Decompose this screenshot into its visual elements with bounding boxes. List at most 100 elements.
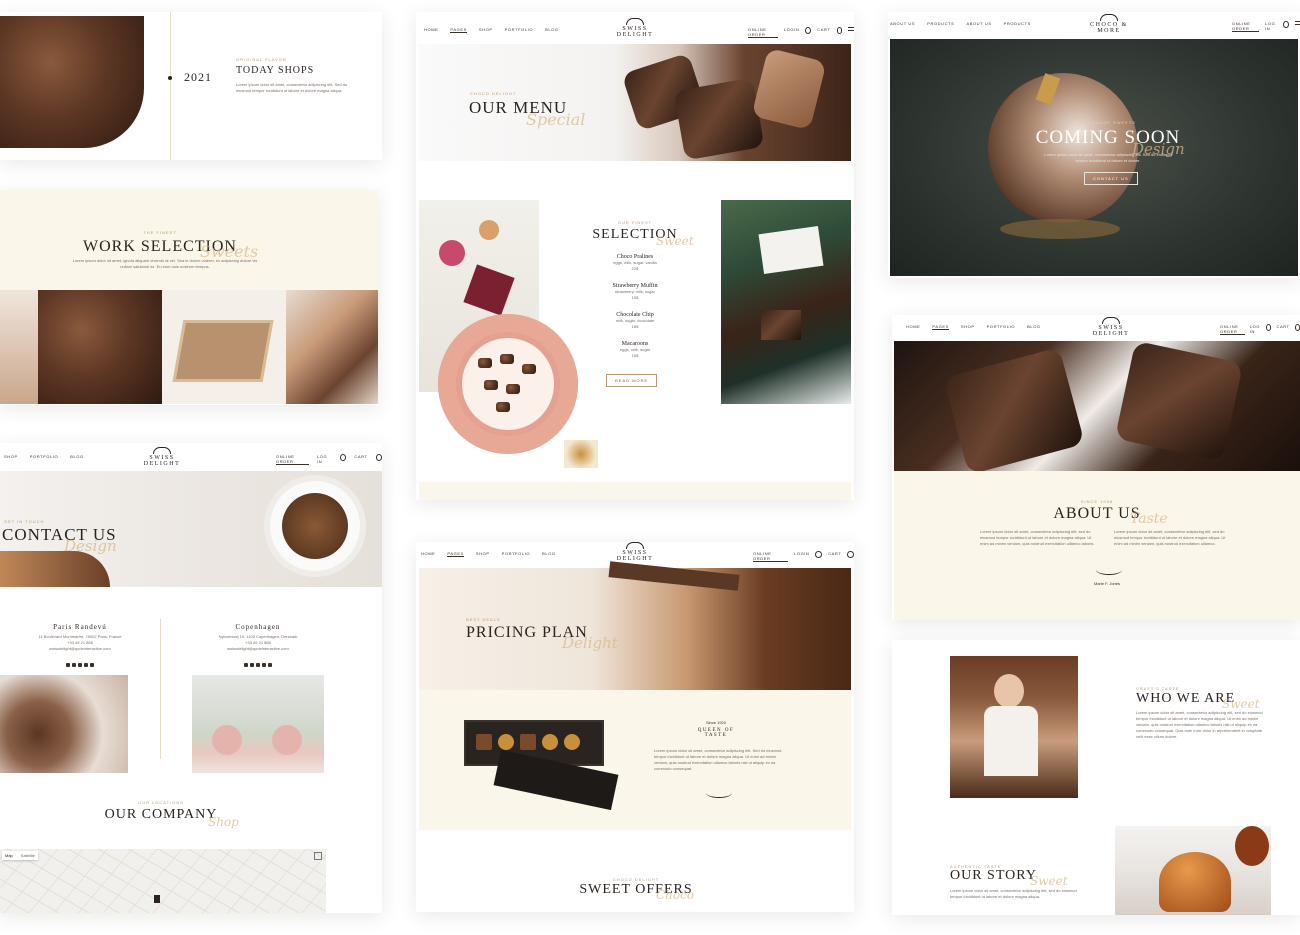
satellite-tab[interactable]: Satellite: [21, 853, 35, 858]
site-logo[interactable]: SWISS DELIGHT: [611, 18, 659, 38]
user-icon[interactable]: [805, 27, 812, 34]
youtube-icon[interactable]: [262, 663, 266, 667]
history-eyebrow: ORIGINAL FLAVOR: [236, 57, 287, 62]
work-title: WORK SELECTION: [83, 238, 237, 255]
nav-item-shop[interactable]: SHOP: [476, 551, 490, 557]
nav-item-portfolio[interactable]: PORTFOLIO: [987, 324, 1015, 330]
main-nav: HOME PAGES SHOP PORTFOLIO BLOG: [424, 27, 559, 33]
nav-item-about-2[interactable]: ABOUT US: [966, 21, 991, 26]
work-text: Lorem ipsum dolor sit amet, ignota aliqu…: [72, 258, 258, 269]
nav-item-blog[interactable]: BLOG: [545, 27, 559, 33]
site-logo[interactable]: SWISS DELIGHT: [1088, 317, 1134, 337]
cart-link[interactable]: CART: [354, 454, 367, 465]
nav-item-home[interactable]: HOME: [906, 324, 920, 330]
nav-item-portfolio[interactable]: PORTFOLIO: [502, 551, 530, 557]
facebook-icon[interactable]: [66, 663, 70, 667]
nav-item-blog[interactable]: BLOG: [542, 551, 556, 557]
social-icons: [192, 654, 324, 672]
user-icon[interactable]: [340, 454, 347, 461]
offers-script: Choco: [656, 888, 695, 902]
nav-item-pages[interactable]: PAGES: [932, 324, 949, 330]
nav-item-pages[interactable]: PAGES: [450, 27, 467, 33]
nav-item-about[interactable]: ABOUT US: [890, 21, 915, 26]
pricing-eyebrow: BEST DEALS: [466, 617, 501, 622]
cart-count-icon[interactable]: [1294, 324, 1300, 331]
online-order-link[interactable]: ONLINE ORDER: [1232, 21, 1260, 32]
cart-link[interactable]: CART: [828, 551, 841, 562]
glazed-dessert-image: [1115, 826, 1271, 915]
nav-item-home[interactable]: HOME: [424, 27, 438, 33]
twitter-icon[interactable]: [250, 663, 254, 667]
online-order-link[interactable]: ONLINE ORDER: [1220, 324, 1245, 335]
timeline-divider: [170, 12, 171, 160]
nav-item-blog[interactable]: BLOG: [70, 454, 84, 459]
chocolatier-image: [950, 656, 1078, 798]
user-icon[interactable]: [1266, 324, 1272, 331]
cart-link[interactable]: CART: [817, 27, 830, 38]
login-link[interactable]: LOG IN: [1250, 324, 1261, 335]
who-text: Lorem ipsum dolor sit amet, consectetur …: [1136, 710, 1263, 739]
nav-item-products-2[interactable]: PRODUCTS: [1004, 21, 1031, 26]
about-page-card: HOME PAGES SHOP PORTFOLIO BLOG SWISS DEL…: [892, 315, 1300, 620]
login-link[interactable]: LOG IN: [317, 454, 332, 465]
cart-count-icon[interactable]: [836, 27, 843, 34]
nav-item-portfolio[interactable]: PORTFOLIO: [30, 454, 58, 459]
nav-item-products[interactable]: PRODUCTS: [927, 21, 954, 26]
company-script: Shop: [208, 815, 239, 829]
work-selection-card: THE FINEST WORK SELECTION Sweets Lorem i…: [0, 190, 378, 405]
location-email[interactable]: swissdelight@qodeinteractive.com: [192, 646, 324, 652]
pinterest-icon[interactable]: [256, 663, 260, 667]
about-script: Taste: [1130, 511, 1168, 527]
pinterest-icon[interactable]: [78, 663, 82, 667]
coming-text: Lorem ipsum dolor sit amet, consectetur …: [1044, 152, 1172, 163]
nav-item-pages[interactable]: PAGES: [447, 551, 464, 557]
login-link[interactable]: LOG IN: [1265, 21, 1277, 32]
nav-item-home[interactable]: HOME: [421, 551, 435, 557]
login-link[interactable]: LOGIN: [794, 551, 809, 562]
read-more-button[interactable]: READ MORE: [606, 374, 658, 387]
user-icon[interactable]: [1283, 21, 1289, 28]
youtube-icon[interactable]: [84, 663, 88, 667]
online-order-link[interactable]: ONLINE ORDER: [753, 551, 789, 562]
site-logo[interactable]: SWISS DELIGHT: [140, 447, 184, 467]
contact-us-button[interactable]: CONTACT US: [1084, 172, 1138, 185]
map-tab[interactable]: Map: [5, 853, 13, 858]
about-text-right: Lorem ipsum dolor sit amet, consectetur …: [1114, 529, 1226, 546]
queen-of-taste-badge: Since 1920 QUEEN OF TASTE: [686, 720, 746, 750]
fullscreen-icon[interactable]: [314, 852, 322, 860]
nav-item-shop[interactable]: SHOP: [4, 454, 18, 459]
facebook-icon[interactable]: [244, 663, 248, 667]
login-link[interactable]: LOGIN: [784, 27, 799, 38]
nav-item-shop[interactable]: SHOP: [961, 324, 975, 330]
menu-item: Macaroons eggs, milk, sugar 15$: [590, 341, 680, 370]
cart-count-icon[interactable]: [847, 551, 854, 558]
instagram-icon[interactable]: [268, 663, 272, 667]
location-map[interactable]: Map Satellite: [0, 849, 326, 913]
menu-script: Special: [526, 110, 586, 129]
utility-nav: ONLINE ORDER LOGIN CART: [753, 551, 854, 562]
nav-item-portfolio[interactable]: PORTFOLIO: [505, 27, 533, 33]
cart-link[interactable]: CART: [1276, 324, 1289, 335]
choco-more-logo[interactable]: CHOCO & MORE: [1084, 14, 1134, 34]
map-type-tabs: Map Satellite: [2, 851, 39, 860]
location-copenhagen: Copenhagen Nyboresvej 19, 1100 Copenhage…: [192, 623, 324, 672]
menu-item-list: Choco Pralines eggs, milk, sugar, vanill…: [590, 254, 680, 370]
location-divider: [160, 619, 161, 759]
user-icon[interactable]: [815, 551, 823, 558]
nav-item-shop[interactable]: SHOP: [479, 27, 493, 33]
nav-item-blog[interactable]: BLOG: [1027, 324, 1041, 330]
chocolate-bark-image: [286, 290, 378, 404]
menu-item-price: 15$: [631, 353, 639, 358]
online-order-link[interactable]: ONLINE ORDER: [748, 27, 778, 38]
map-marker-icon[interactable]: [154, 895, 160, 903]
instagram-icon[interactable]: [90, 663, 94, 667]
history-year: 2021: [184, 70, 212, 84]
location-email[interactable]: swissdelight@qodeinteractive.com: [0, 646, 160, 652]
menu-icon[interactable]: [848, 27, 854, 31]
signature-image: [1096, 565, 1122, 575]
menu-icon[interactable]: [1294, 21, 1300, 25]
site-logo[interactable]: SWISS DELIGHT: [611, 542, 659, 562]
cart-count-icon[interactable]: [375, 454, 382, 461]
online-order-link[interactable]: ONLINE ORDER: [276, 454, 309, 465]
twitter-icon[interactable]: [72, 663, 76, 667]
